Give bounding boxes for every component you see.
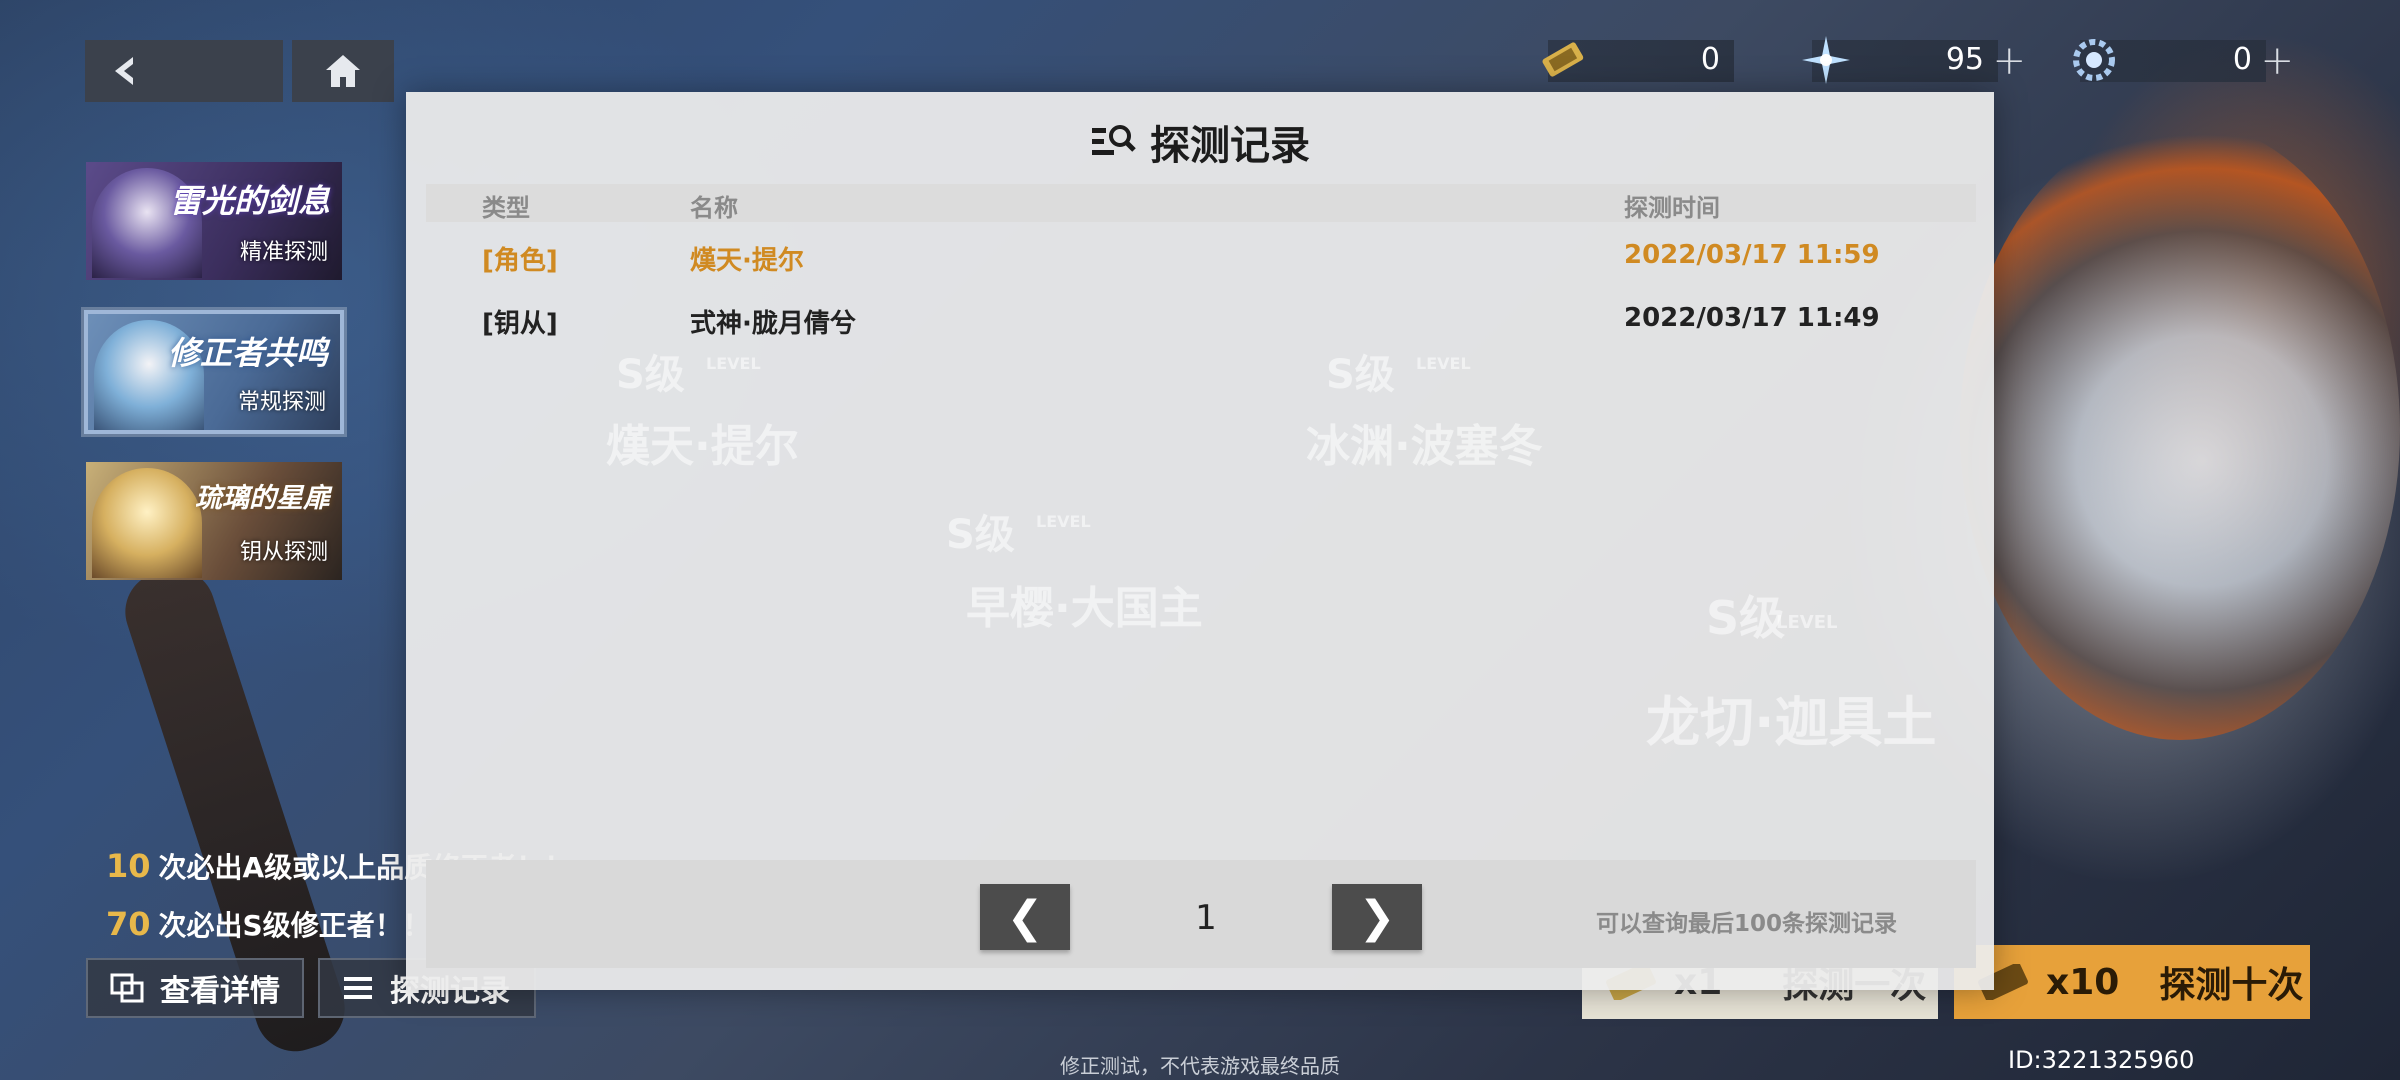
- home-button[interactable]: [292, 40, 394, 102]
- banner-thunder-sword[interactable]: 雷光的剑息 精准探测: [86, 162, 342, 280]
- watermark-level-1: LEVEL: [706, 354, 761, 373]
- record-time: 2022/03/17 11:49: [1624, 303, 1880, 333]
- pagination-bar: ❮ 1 ❯ 可以查询最后100条探测记录: [426, 860, 1976, 968]
- watermark-level-2: LEVEL: [1416, 354, 1471, 373]
- search-records-icon: [1092, 125, 1136, 155]
- next-page-button[interactable]: ❯: [1332, 884, 1422, 950]
- draw-ten-button[interactable]: x10 探测十次: [1954, 945, 2310, 1019]
- blue-crystal-icon: [1802, 36, 1850, 84]
- currency-crystal-value: 95: [1945, 42, 1984, 77]
- chevron-left-icon: ❮: [1006, 891, 1044, 943]
- column-name: 名称: [690, 194, 738, 222]
- record-type: [钥从]: [482, 309, 558, 339]
- back-arrow-icon: [115, 57, 133, 85]
- column-time: 探测时间: [1624, 194, 1720, 222]
- add-crystal-button[interactable]: +: [1992, 38, 2026, 84]
- add-gear-crystal-button[interactable]: +: [2260, 38, 2294, 84]
- user-id: ID:3221325960: [2008, 1046, 2195, 1074]
- record-time: 2022/03/17 11:59: [1624, 240, 1880, 270]
- guarantee-count: 10: [106, 847, 151, 885]
- watermark-char-1: 熯天·提尔: [606, 421, 799, 472]
- background-art-swirl: [1960, 120, 2400, 740]
- watermark-level-3: LEVEL: [1036, 512, 1091, 531]
- view-details-button[interactable]: 查看详情: [86, 958, 304, 1018]
- guarantee-count: 70: [106, 905, 151, 943]
- draw-ten-label: 探测十次: [2159, 965, 2304, 1006]
- back-button[interactable]: [85, 40, 283, 102]
- record-name: 式神·胧月倩兮: [690, 309, 856, 339]
- banner-title: 修正者共鸣: [167, 334, 328, 372]
- banner-title: 雷光的剑息: [169, 182, 330, 220]
- guarantee-s-rank: 70 次必出S级修正者！！: [106, 904, 431, 944]
- banner-glass-star-door[interactable]: 琉璃的星扉 钥从探测: [86, 462, 342, 580]
- guarantee-text: 次必出S级修正者！！: [158, 909, 431, 942]
- banner-subtitle: 精准探测: [239, 240, 328, 265]
- column-type: 类型: [482, 194, 530, 222]
- banner-title: 琉璃的星扉: [195, 483, 330, 514]
- records-table-header: 类型 名称 探测时间: [426, 184, 1976, 222]
- home-icon: [326, 55, 360, 87]
- watermark-char-2: 冰渊·波塞冬: [1306, 421, 1543, 472]
- view-details-label: 查看详情: [160, 974, 280, 1009]
- dialog-title: 探测记录: [406, 112, 1994, 172]
- draw-ten-count: x10: [2046, 961, 2120, 1003]
- record-type: [角色]: [482, 246, 558, 276]
- dialog-title-text: 探测记录: [1150, 123, 1310, 169]
- watermark-char-3: 早樱·大国主: [966, 583, 1203, 634]
- record-name: 熯天·提尔: [690, 246, 804, 276]
- blue-gear-crystal-icon: [2073, 39, 2115, 81]
- table-row: [角色] 熯天·提尔 2022/03/17 11:59: [426, 232, 1976, 282]
- currency-ticket: 0: [1542, 40, 1734, 82]
- currency-gear-crystal-value: 0: [2232, 42, 2252, 77]
- watermark-rank-1: S级: [616, 352, 685, 398]
- banner-subtitle: 常规探测: [237, 390, 326, 415]
- chevron-right-icon: ❯: [1358, 891, 1396, 943]
- currency-crystal: 95 +: [1802, 36, 2026, 84]
- details-icon: [110, 973, 144, 1003]
- detection-records-dialog: 熯天·提尔 冰渊·波塞冬 早樱·大国主 龙切·迦具土 S级 S级 S级 S级 L…: [406, 92, 1994, 990]
- watermark-char-4: 龙切·迦具土: [1646, 691, 1937, 754]
- watermark-rank-3: S级: [946, 512, 1015, 558]
- watermark-rank-2: S级: [1326, 352, 1395, 398]
- prev-page-button[interactable]: ❮: [980, 884, 1070, 950]
- list-icon: [344, 977, 372, 999]
- banner-corrector-resonance[interactable]: 修正者共鸣 常规探测: [84, 310, 344, 434]
- banner-character-art: [92, 468, 202, 578]
- banner-subtitle: 钥从探测: [239, 540, 328, 565]
- currency-ticket-value: 0: [1700, 42, 1720, 77]
- records-limit-note: 可以查询最后100条探测记录: [1596, 911, 1898, 937]
- watermark-level-4: LEVEL: [1776, 612, 1838, 633]
- watermark-rank-4: S级: [1706, 591, 1786, 645]
- page-number: 1: [1195, 898, 1217, 938]
- currency-gear-crystal: 0 +: [2073, 38, 2294, 84]
- table-row: [钥从] 式神·胧月倩兮 2022/03/17 11:49: [426, 295, 1976, 345]
- gold-ticket-icon: [1542, 42, 1584, 77]
